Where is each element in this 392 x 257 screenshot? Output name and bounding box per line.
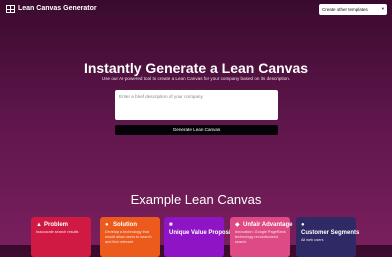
company-description-input[interactable]: Enter a brief description of your compan… bbox=[115, 90, 278, 120]
card-text: All web users bbox=[301, 238, 324, 242]
card-customer-segments: ● Customer Segments All web users bbox=[296, 217, 360, 257]
card-title: Customer Segments bbox=[301, 230, 360, 236]
card-text: Inaccurate search results bbox=[36, 230, 79, 234]
card-solution: ● Solution Develop a technology that wou… bbox=[100, 217, 160, 257]
generate-button[interactable]: Generate Lean Canvas bbox=[115, 125, 278, 135]
hero-subtitle: Use our AI-powered tool to create a Lean… bbox=[101, 76, 291, 81]
diamond-icon: ◆ bbox=[235, 222, 240, 228]
card-unfair-advantage: ◆ Unfair Advantage Innovation: Google Pa… bbox=[230, 217, 293, 257]
card-title: Problem bbox=[44, 222, 69, 228]
card-text: Develop a technology that would allow us… bbox=[105, 230, 152, 244]
brand-title[interactable]: Lean Canvas Generator bbox=[18, 5, 97, 12]
card-title: Solution bbox=[113, 222, 137, 228]
lightbulb-icon: ● bbox=[105, 222, 109, 228]
warning-icon: ▲ bbox=[36, 222, 42, 228]
card-unique-value-proposition: ■ Unique Value Proposition bbox=[164, 217, 242, 257]
examples-title: Example Lean Canvas bbox=[130, 192, 262, 207]
template-select[interactable]: Create other templates ▾ bbox=[319, 4, 387, 15]
gift-icon: ■ bbox=[169, 222, 173, 228]
card-text: Innovation: Google PageRank technology r… bbox=[235, 230, 286, 244]
hero-title: Instantly Generate a Lean Canvas bbox=[83, 60, 309, 76]
card-title: Unfair Advantage bbox=[243, 222, 293, 228]
chevron-down-icon: ▾ bbox=[381, 6, 384, 11]
grid-icon bbox=[6, 5, 15, 13]
card-problem: ▲ Problem Inaccurate search results bbox=[31, 217, 91, 257]
top-bar: Lean Canvas Generator Create other templ… bbox=[0, 0, 392, 20]
template-select-label: Create other templates bbox=[322, 7, 368, 12]
users-icon: ● bbox=[301, 222, 305, 228]
